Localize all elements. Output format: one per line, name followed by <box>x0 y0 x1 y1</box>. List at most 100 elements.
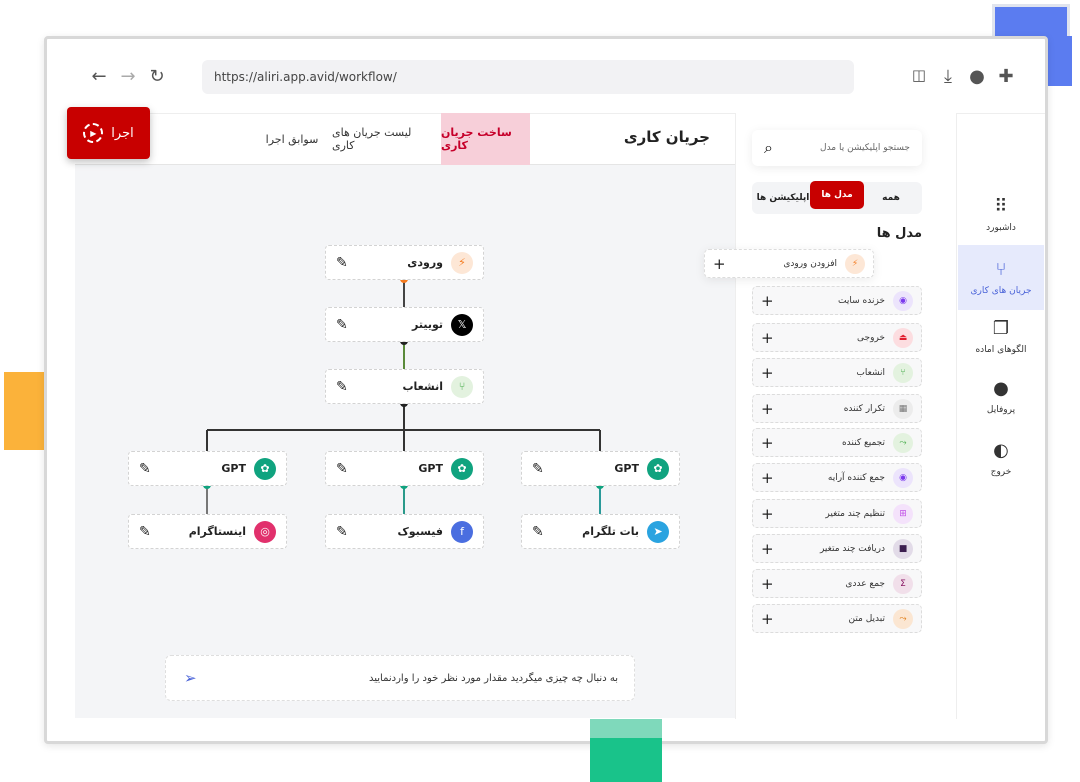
workflow-node[interactable]: 𝕏 تویيتر ✎ <box>325 307 484 342</box>
node-label: GPT <box>221 462 246 475</box>
sidebar-item[interactable]: ❐ الگوهای اماده <box>958 310 1044 363</box>
filter-tabs: همه مدل ها اپلیکیشن ها <box>752 181 922 214</box>
sidebar-item-label: جریان های کاری <box>970 286 1032 296</box>
filter-all[interactable]: همه <box>864 185 918 211</box>
sidebar-item[interactable]: ⑂ جریان های کاری <box>958 245 1044 310</box>
node-label: GPT <box>614 462 639 475</box>
item-label: خروجی <box>857 332 885 343</box>
branch-icon: ⑂ <box>451 375 473 398</box>
get-variables-icon: ■ <box>893 538 913 559</box>
item-label: جمع کننده آرایه <box>827 472 885 483</box>
edit-icon[interactable]: ✎ <box>139 524 151 540</box>
item-label: تکرار کننده <box>843 403 885 414</box>
item-label: تبدیل متن <box>848 613 885 624</box>
item-label: افزودن ورودی <box>783 258 837 269</box>
edit-icon[interactable]: ✎ <box>336 524 348 540</box>
dashboard-icon: ⠿ <box>994 196 1008 217</box>
instagram-icon: ◎ <box>254 520 276 543</box>
tool-item[interactable]: ⑂ انشعاب + <box>752 358 922 387</box>
sidebar-item-label: خروج <box>990 467 1012 477</box>
telegram-icon: ➤ <box>647 520 669 543</box>
prompt-input[interactable]: به دنبال چه چیزی میگردید مقدار مورد نظر … <box>165 655 635 701</box>
workflow-node[interactable]: f فیسبوک ✎ <box>325 514 484 549</box>
lightning-icon: ⚡ <box>845 253 865 274</box>
plus-icon[interactable]: + <box>761 469 774 487</box>
section-title: مدل ها <box>876 226 922 241</box>
filter-apps[interactable]: اپلیکیشن ها <box>756 185 810 211</box>
filter-models[interactable]: مدل ها <box>810 181 864 209</box>
workflow-node[interactable]: ✿ GPT ✎ <box>521 451 680 486</box>
tool-item[interactable]: ◉ خزنده سایت + <box>752 286 922 315</box>
logout-icon: ◐ <box>993 440 1009 461</box>
plus-icon[interactable]: + <box>761 329 774 347</box>
openai-icon: ✿ <box>451 457 473 480</box>
edit-icon[interactable]: ✎ <box>532 524 544 540</box>
output-icon: ⏏ <box>893 327 913 348</box>
add-input-item[interactable]: ⚡ افزودن ورودی + <box>704 249 874 278</box>
edit-icon[interactable]: ✎ <box>336 317 348 333</box>
item-label: دریافت چند متغیر <box>819 543 885 554</box>
search-icon[interactable]: ⌕ <box>764 138 773 158</box>
plus-icon[interactable]: + <box>761 364 774 382</box>
plus-icon[interactable]: + <box>761 400 774 418</box>
node-label: انشعاب <box>402 380 444 393</box>
workflow-node[interactable]: ✿ GPT ✎ <box>325 451 484 486</box>
item-label: تجمیع کننده <box>841 437 885 448</box>
workflow-node[interactable]: ⑂ انشعاب ✎ <box>325 369 484 404</box>
facebook-icon: f <box>451 520 473 543</box>
search-placeholder: جستجو اپلیکیشن یا مدل <box>820 143 910 153</box>
workflow-node[interactable]: ⚡ ورودی ✎ <box>325 245 484 280</box>
search-input[interactable]: جستجو اپلیکیشن یا مدل ⌕ <box>752 130 922 166</box>
tool-item[interactable]: ◉ جمع کننده آرایه + <box>752 463 922 492</box>
plus-icon[interactable]: + <box>761 610 774 628</box>
edit-icon[interactable]: ✎ <box>336 461 348 477</box>
tool-item[interactable]: ⤳ تجمیع کننده + <box>752 428 922 457</box>
tool-item[interactable]: ■ دریافت چند متغیر + <box>752 534 922 563</box>
workflow-node[interactable]: ◎ اینستاگرام ✎ <box>128 514 287 549</box>
tool-item[interactable]: ⊞ تنظیم چند متغیر + <box>752 499 922 528</box>
globe-icon: ◉ <box>893 467 913 488</box>
workflow-node[interactable]: ✿ GPT ✎ <box>128 451 287 486</box>
tool-item[interactable]: Σ جمع عددی + <box>752 569 922 598</box>
item-label: انشعاب <box>856 367 885 378</box>
sidebar-item-label: الگوهای اماده <box>975 345 1027 355</box>
sidebar-item[interactable]: ⠿ داشبورد <box>958 188 1044 241</box>
plus-icon[interactable]: + <box>713 255 726 273</box>
plus-icon[interactable]: + <box>761 540 774 558</box>
prompt-placeholder: به دنبال چه چیزی میگردید مقدار مورد نظر … <box>368 672 618 684</box>
templates-icon: ❐ <box>992 318 1010 339</box>
repeat-icon: ▦ <box>893 398 913 419</box>
lightning-icon: ⚡ <box>451 251 473 274</box>
plus-icon[interactable]: + <box>761 292 774 310</box>
workflow-icon: ⑂ <box>995 259 1007 280</box>
tool-item[interactable]: ⏏ خروجی + <box>752 323 922 352</box>
edit-icon[interactable]: ✎ <box>139 461 151 477</box>
node-label: ورودی <box>407 256 443 269</box>
node-label: تویيتر <box>412 318 443 331</box>
workflow-node[interactable]: ➤ بات تلگرام ✎ <box>521 514 680 549</box>
text-convert-icon: ⤳ <box>893 608 913 629</box>
item-label: جمع عددی <box>845 578 885 589</box>
item-label: خزنده سایت <box>838 295 885 306</box>
send-icon[interactable]: ➢ <box>184 669 197 687</box>
profile-icon: ● <box>993 378 1009 399</box>
edit-icon[interactable]: ✎ <box>336 379 348 395</box>
sidebar-item-label: پروفایل <box>986 405 1016 415</box>
globe-icon: ◉ <box>893 290 913 311</box>
node-label: فیسبوک <box>397 525 443 538</box>
node-label: اینستاگرام <box>188 525 246 538</box>
plus-icon[interactable]: + <box>761 575 774 593</box>
tool-item[interactable]: ▦ تکرار کننده + <box>752 394 922 423</box>
tool-item[interactable]: ⤳ تبدیل متن + <box>752 604 922 633</box>
item-label: تنظیم چند متغیر <box>825 508 885 519</box>
connector <box>206 403 601 451</box>
edit-icon[interactable]: ✎ <box>336 255 348 271</box>
node-label: بات تلگرام <box>582 525 639 538</box>
sidebar-item[interactable]: ● پروفایل <box>958 370 1044 423</box>
plus-icon[interactable]: + <box>761 505 774 523</box>
node-label: GPT <box>418 462 443 475</box>
sidebar-item[interactable]: ◐ خروج <box>958 432 1044 485</box>
plus-icon[interactable]: + <box>761 434 774 452</box>
edit-icon[interactable]: ✎ <box>532 461 544 477</box>
aggregate-icon: ⤳ <box>893 432 913 453</box>
